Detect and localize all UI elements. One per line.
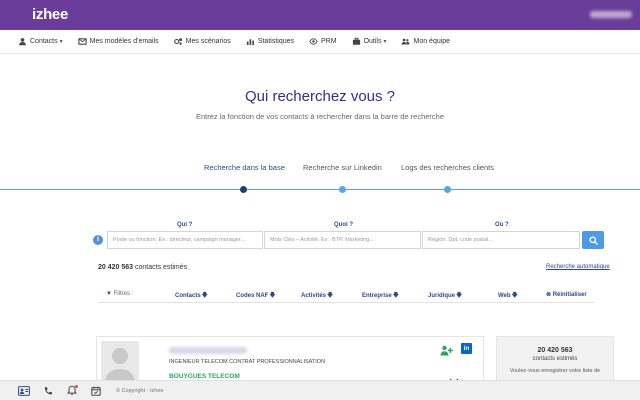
nav-label: Mon équipe: [413, 38, 451, 45]
panel-save-text: Voulez-vous enregistrer votre liste de: [509, 368, 601, 374]
who-label: Qui ?: [177, 222, 193, 228]
nav-item-tools[interactable]: Outils ▾: [352, 37, 387, 46]
where-search-input[interactable]: [422, 231, 580, 249]
briefcase-icon: [352, 37, 361, 46]
filter-label: Contacts: [175, 293, 201, 299]
add-contact-icon[interactable]: [440, 343, 453, 356]
filter-label: Entreprise: [362, 293, 392, 299]
contact-company[interactable]: BOUYGUES TELECOM: [169, 373, 240, 380]
filter-company[interactable]: Entreprise🡇: [362, 291, 399, 301]
avatar: [101, 341, 139, 383]
main-nav: Contacts ▾ Mes modèles d'emails Mes scén…: [0, 30, 640, 54]
scenarios-icon: [173, 37, 183, 46]
arrow-down-icon: 🡇: [269, 293, 276, 299]
page-title: Qui recherchez vous ?: [244, 88, 396, 105]
reset-icon: ⊗: [546, 292, 552, 298]
filter-legal[interactable]: Juridique🡇: [428, 291, 462, 301]
tab-linkedin-search[interactable]: Recherche sur Linkedin: [303, 163, 382, 172]
info-icon[interactable]: i: [93, 235, 103, 245]
account-menu-blurred[interactable]: [590, 11, 632, 18]
filters-label: ▼ Filtres :: [106, 291, 133, 297]
filter-web[interactable]: Web🡇: [498, 291, 518, 301]
tab-indicator-logs[interactable]: [444, 186, 451, 193]
arrow-down-icon: 🡇: [456, 293, 463, 299]
search-button[interactable]: [582, 231, 604, 249]
nav-label: Outils: [363, 38, 382, 45]
contacts-icon: [18, 37, 27, 46]
save-list-panel: 20 420 563 contacts estimés Voulez-vous …: [496, 336, 614, 386]
nav-item-scenarios[interactable]: Mes scénarios: [173, 37, 231, 46]
nav-label: Statistiques: [257, 38, 294, 45]
contact-card: INGENIEUR TELECOM CONTRAT PROFESSIONNALI…: [96, 336, 484, 386]
phone-icon[interactable]: [42, 385, 54, 397]
arrow-down-icon: 🡇: [201, 293, 208, 299]
filter-activities[interactable]: Activités🡇: [301, 291, 333, 301]
nav-label: Mes modèles d'emails: [89, 38, 159, 45]
notification-dot: [75, 384, 78, 388]
nav-item-email-templates[interactable]: Mes modèles d'emails: [78, 37, 159, 46]
filter-icon: ▼: [106, 291, 112, 297]
reset-filters-button[interactable]: ⊗ Réinitialiser: [546, 291, 587, 298]
tab-indicator-database[interactable]: [240, 186, 247, 193]
tab-progress-line: [0, 189, 640, 190]
chevron-down-icon: ▾: [59, 39, 63, 45]
nav-item-team[interactable]: Mon équipe: [401, 37, 450, 46]
arrow-down-icon: 🡇: [511, 293, 518, 299]
filter-naf-codes[interactable]: Codes NAF🡇: [236, 291, 276, 301]
nav-label: Mes scénarios: [185, 38, 231, 45]
nav-item-contacts[interactable]: Contacts ▾: [18, 37, 63, 46]
filters-label-text: Filtres :: [113, 291, 134, 297]
contact-role: INGENIEUR TELECOM CONTRAT PROFESSIONNALI…: [169, 359, 326, 365]
panel-contacts-count: 20 420 563: [537, 347, 573, 354]
linkedin-icon[interactable]: in: [461, 343, 472, 354]
panel-contacts-label: contacts estimés: [532, 356, 578, 362]
contacts-count-suffix: contacts estimés: [135, 264, 188, 271]
app-logo[interactable]: izhee: [32, 6, 68, 23]
copyright-text: © Copyright - Izhee: [116, 387, 164, 394]
auto-search-link[interactable]: Recherche automatique: [546, 264, 610, 270]
bell-icon[interactable]: [66, 384, 78, 397]
top-bar: izhee: [0, 0, 640, 30]
contact-name-blurred: [169, 347, 247, 354]
nav-item-prm[interactable]: PRM: [309, 37, 337, 46]
page-subtitle: Entrez la fonction de vos contacts à rec…: [195, 112, 445, 121]
filter-label: Web: [498, 293, 511, 299]
team-icon: [401, 37, 410, 46]
filter-label: Juridique: [428, 293, 456, 299]
who-search-input[interactable]: [107, 231, 263, 249]
tab-client-search-logs[interactable]: Logs des recherches clients: [401, 163, 494, 172]
what-search-input[interactable]: [264, 231, 421, 249]
search-icon: [588, 235, 598, 245]
arrow-down-icon: 🡇: [392, 293, 399, 299]
filters-row: ▼ Filtres : Contacts🡇 Codes NAF🡇 Activit…: [98, 289, 594, 303]
filter-contacts[interactable]: Contacts🡇: [175, 291, 208, 301]
reset-label: Réinitialiser: [552, 292, 587, 298]
email-template-icon: [78, 37, 87, 46]
where-label: Où ?: [495, 222, 509, 228]
what-label: Quoi ?: [334, 222, 353, 228]
footer-bar: © Copyright - Izhee: [0, 380, 640, 400]
contact-card-icon[interactable]: [18, 385, 30, 397]
nav-label: PRM: [321, 38, 337, 45]
filter-label: Codes NAF: [236, 293, 269, 299]
contacts-count-value: 20 420 563: [98, 264, 134, 271]
chevron-down-icon: ▾: [383, 39, 387, 45]
stats-icon: [246, 37, 255, 46]
tab-indicator-linkedin[interactable]: [339, 186, 346, 193]
nav-item-statistics[interactable]: Statistiques: [246, 37, 294, 46]
calendar-icon[interactable]: [90, 385, 102, 397]
eye-icon: [309, 37, 318, 46]
nav-label: Contacts: [30, 38, 58, 45]
filter-label: Activités: [301, 293, 327, 299]
arrow-down-icon: 🡇: [327, 293, 334, 299]
tab-database-search[interactable]: Recherche dans la base: [204, 163, 285, 172]
estimated-contacts-count: 20 420 563 contacts estimés: [98, 264, 187, 271]
